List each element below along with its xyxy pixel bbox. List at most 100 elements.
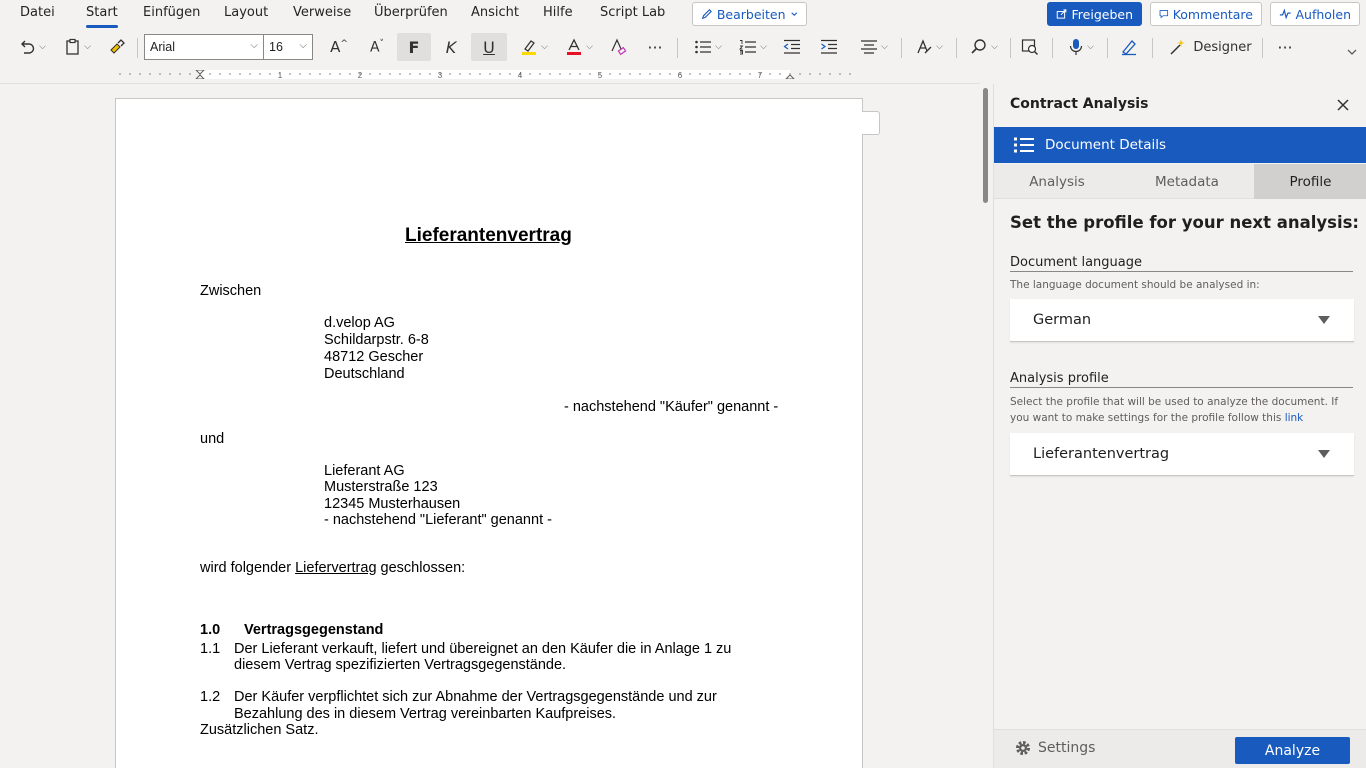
bullet-list-icon xyxy=(695,40,712,54)
font-size-combobox[interactable]: 16 ⌵ xyxy=(263,34,313,60)
italic-button[interactable]: K xyxy=(435,33,467,61)
menu-hilfe[interactable]: Hilfe xyxy=(543,5,573,20)
list-icon xyxy=(1014,137,1034,153)
analysis-profile-select[interactable]: Lieferantenvertrag xyxy=(1010,433,1354,476)
party1-country: Deutschland xyxy=(324,366,405,382)
undo-button[interactable]: ⌵ xyxy=(14,33,50,61)
shrink-font-button[interactable]: A˅ xyxy=(362,33,392,61)
chevron-down-icon: ⌵ xyxy=(541,42,548,52)
catch-up-label: Aufholen xyxy=(1295,6,1351,22)
chevron-down-icon: ⌵ xyxy=(881,42,888,52)
find-button[interactable]: ⌵ xyxy=(965,33,1003,61)
ruler-number: 5 xyxy=(598,71,603,79)
alignment-button[interactable]: ⌵ xyxy=(855,33,893,61)
grow-font-button[interactable]: A^ xyxy=(324,33,354,61)
menu-datei[interactable]: Datei xyxy=(20,5,55,20)
document-language-select[interactable]: German xyxy=(1010,299,1354,342)
dictate-button[interactable]: ⌵ xyxy=(1062,33,1100,61)
document-page[interactable]: Lieferantenvertrag Zwischen d.velop AG S… xyxy=(115,98,863,768)
underline-button[interactable]: U xyxy=(471,33,507,61)
editor-button[interactable] xyxy=(1116,33,1142,61)
tab-analysis[interactable]: Analysis xyxy=(994,164,1120,199)
menu-layout[interactable]: Layout xyxy=(224,5,268,20)
bold-button[interactable]: F xyxy=(397,33,431,61)
styles-icon xyxy=(917,39,932,54)
increase-indent-button[interactable] xyxy=(816,33,842,61)
highlighter-icon xyxy=(522,40,537,55)
menu-ansicht[interactable]: Ansicht xyxy=(471,5,519,20)
styles-button[interactable]: ⌵ xyxy=(910,33,948,61)
decrease-indent-icon xyxy=(783,39,800,54)
chevron-down-icon: ⌵ xyxy=(250,40,258,51)
settings-label: Settings xyxy=(1038,740,1096,756)
tab-metadata[interactable]: Metadata xyxy=(1122,164,1252,199)
expand-ribbon-button[interactable] xyxy=(1342,42,1362,62)
edit-mode-button[interactable]: Bearbeiten xyxy=(692,2,807,26)
font-name-combobox[interactable]: Arial ⌵ xyxy=(144,34,264,60)
menu-script-lab[interactable]: Script Lab xyxy=(600,5,665,20)
toolbar-separator xyxy=(1107,38,1108,58)
activity-icon xyxy=(1279,8,1291,20)
share-button[interactable]: Freigeben xyxy=(1047,2,1142,26)
more-font-options-button[interactable]: ··· xyxy=(642,33,668,61)
tab-metadata-label: Metadata xyxy=(1155,173,1219,190)
analysis-profile-value: Lieferantenvertrag xyxy=(1033,446,1170,462)
document-scrollbar[interactable] xyxy=(981,84,991,768)
bullets-button[interactable]: ⌵ xyxy=(689,33,727,61)
settings-button[interactable]: Settings xyxy=(1014,739,1095,757)
chevron-down-icon: ⌵ xyxy=(991,42,998,52)
ruler-text-area xyxy=(200,70,790,79)
tab-profile[interactable]: Profile xyxy=(1254,164,1366,199)
paste-button[interactable]: ⌵ xyxy=(60,33,96,61)
clause-1-1-number: 1.1 xyxy=(200,641,221,657)
chevron-down-icon: ⌵ xyxy=(715,42,722,52)
ruler-number: 1 xyxy=(278,71,283,79)
analysis-profile-label: Analysis profile xyxy=(1010,371,1353,388)
contract-analysis-panel: Contract Analysis Document Details Analy… xyxy=(993,84,1366,768)
menu-verweise[interactable]: Verweise xyxy=(293,5,351,20)
chevron-down-icon: ⌵ xyxy=(39,42,46,52)
close-icon[interactable] xyxy=(1334,96,1352,114)
chevron-down-icon: ⌵ xyxy=(1087,42,1094,52)
format-painter-button[interactable] xyxy=(104,33,130,61)
more-options-button[interactable]: ··· xyxy=(1272,33,1298,61)
document-details-bar[interactable]: Document Details xyxy=(994,127,1366,163)
scrollbar-thumb[interactable] xyxy=(983,88,988,203)
toolbar-separator xyxy=(137,38,138,58)
profile-form: Set the profile for your next analysis: … xyxy=(994,199,1366,729)
numbering-button[interactable]: ⌵ xyxy=(734,33,772,61)
toolbar-separator xyxy=(1152,38,1153,58)
ribbon-toolbar: ⌵ ⌵ Arial ⌵ 16 ⌵ A^ A˅ F K U ⌵ ⌵ ··· ⌵ ⌵… xyxy=(0,30,1366,64)
editor-pen-icon xyxy=(1122,40,1136,56)
ruler-scale: 1 2 3 4 5 6 7 xyxy=(118,70,860,79)
panel-footer: Settings Analyze xyxy=(994,729,1366,768)
share-icon xyxy=(1056,9,1067,19)
profile-heading: Set the profile for your next analysis: xyxy=(1010,213,1360,232)
analyze-button[interactable]: Analyze xyxy=(1235,737,1350,764)
ellipsis-icon: ··· xyxy=(647,37,663,57)
party1-role: - nachstehend "Käufer" genannt - xyxy=(564,399,779,415)
highlight-button[interactable]: ⌵ xyxy=(515,33,553,61)
section-title: Vertragsgegenstand xyxy=(244,622,384,638)
pencil-icon xyxy=(701,8,712,20)
menu-einfuegen[interactable]: Einfügen xyxy=(143,5,200,20)
menu-start[interactable]: Start xyxy=(86,5,118,28)
share-label: Freigeben xyxy=(1071,6,1133,22)
clause-1-2-number: 1.2 xyxy=(200,689,221,705)
caret-down-icon xyxy=(1318,316,1330,324)
menu-bar: Datei Start Einfügen Layout Verweise Übe… xyxy=(0,0,1366,28)
font-color-button[interactable]: ⌵ xyxy=(560,33,598,61)
clear-formatting-button[interactable] xyxy=(605,33,631,61)
menu-ueberpruefen[interactable]: Überprüfen xyxy=(374,5,448,20)
bold-label: F xyxy=(408,37,420,57)
catch-up-button[interactable]: Aufholen xyxy=(1270,2,1360,26)
reuse-files-button[interactable] xyxy=(1017,33,1043,61)
profile-settings-link[interactable]: link xyxy=(1285,412,1304,424)
search-icon xyxy=(971,39,986,54)
comment-margin-marker[interactable] xyxy=(862,111,880,135)
microphone-icon xyxy=(1069,39,1083,55)
designer-button[interactable]: Designer xyxy=(1163,33,1258,61)
comments-button[interactable]: Kommentare xyxy=(1150,2,1262,26)
edit-mode-label: Bearbeiten xyxy=(716,6,786,22)
decrease-indent-button[interactable] xyxy=(779,33,805,61)
